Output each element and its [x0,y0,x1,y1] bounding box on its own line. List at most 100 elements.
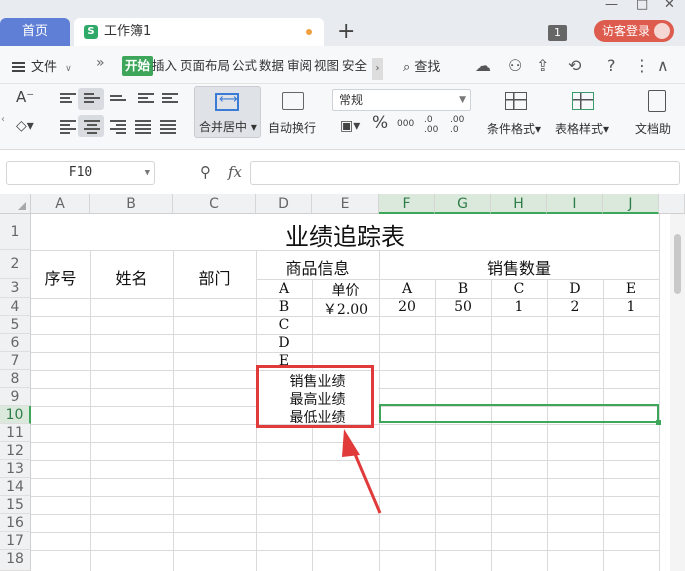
close-icon[interactable]: ✕ [664,0,675,12]
row-header-11[interactable]: 11 [0,424,31,442]
row-header-2[interactable]: 2 [0,250,31,279]
ribbon-scroll-left-icon[interactable]: ‹ [1,113,5,127]
file-menu[interactable]: 文件 ∨ [12,56,72,75]
workbook-tab[interactable]: S 工作簿1 [74,18,324,46]
history-icon[interactable]: ⟲ [568,56,581,75]
table-style-button[interactable]: 表格样式▾ [555,120,609,137]
qty-header-cell: E [625,281,637,297]
chevron-down-icon: ▼ [144,168,150,178]
merge-center-label: 合并居中 ▾ [199,120,257,134]
increase-indent-icon[interactable] [162,93,178,105]
column-header-k[interactable] [659,194,685,214]
search-button[interactable]: ⌕ 查找 [403,56,440,75]
visitor-login-button[interactable]: 访客登录 [594,20,674,42]
align-middle-icon[interactable] [84,93,100,105]
more-options-icon[interactable]: ⋮ [634,56,650,75]
column-header-c[interactable]: C [173,194,256,214]
more-tabs-chevron-icon[interactable]: › [372,58,383,80]
avatar [654,23,670,39]
conditional-format-button[interactable]: 条件格式▾ [487,120,541,137]
thousands-separator-icon[interactable]: 000 [397,117,414,131]
row-header-15[interactable]: 15 [0,496,31,514]
tab-security[interactable]: 安全 [342,56,367,76]
row-header-7[interactable]: 7 [0,352,31,370]
justify-icon[interactable] [135,120,151,134]
row-header-9[interactable]: 9 [0,388,31,406]
doc-assist-button[interactable]: 文档助 [635,120,671,137]
home-tab[interactable]: 首页 [0,18,70,46]
tab-count-badge[interactable]: 1 [548,25,567,41]
tab-data[interactable]: 数据 [259,56,284,76]
align-right-icon[interactable] [110,120,126,134]
number-format-select[interactable]: 常规 ▼ [332,89,471,111]
row-header-10[interactable]: 10 [0,406,31,424]
tab-insert[interactable]: 插入 [152,56,177,76]
align-bottom-icon[interactable] [110,95,126,107]
name-box[interactable]: F10 ▼ [6,161,155,185]
qty-header-cell: C [513,281,525,297]
column-header-i[interactable]: I [547,194,603,214]
help-icon[interactable]: ? [607,56,616,75]
product-cell: D [278,335,290,351]
font-size-down-icon[interactable]: A⁻ [16,90,34,105]
cloud-icon[interactable]: ☁ [475,56,491,75]
tab-page-layout[interactable]: 页面布局 [180,56,230,76]
row-header-5[interactable]: 5 [0,316,31,334]
decrease-indent-icon[interactable] [138,93,154,105]
align-center-icon[interactable] [84,120,100,134]
zoom-search-icon[interactable]: ⚲ [200,163,211,181]
column-header-a[interactable]: A [31,194,90,214]
align-top-icon[interactable] [60,93,76,105]
maximize-icon[interactable]: □ [636,0,648,12]
column-header-f[interactable]: F [379,194,435,214]
header-sales-qty: 销售数量 [486,259,551,278]
share-icon[interactable]: ⇪ [536,56,549,75]
row-header-16[interactable]: 16 [0,514,31,532]
number-format-value: 常规 [339,93,364,107]
tab-formula[interactable]: 公式 [232,56,257,76]
tab-start[interactable]: 开始 [122,56,154,76]
increase-decimal-icon[interactable]: .0 .00 [424,115,444,135]
row-header-3[interactable]: 3 [0,279,31,298]
row-header-1[interactable]: 1 [0,214,31,250]
column-header-e[interactable]: E [312,194,379,214]
wrap-text-button[interactable]: 自动换行 [266,86,322,138]
column-header-j[interactable]: J [603,194,659,214]
product-cell: C [278,317,290,333]
menu-bar: 文件 ∨ » 开始 插入 页面布局 公式 数据 审阅 视图 安全 [0,46,685,84]
minimize-icon[interactable]: — [605,0,618,12]
row-header-14[interactable]: 14 [0,478,31,496]
more-left-icon[interactable]: » [96,55,105,71]
formula-input[interactable] [250,161,680,185]
row-header-4[interactable]: 4 [0,298,31,316]
vertical-scrollbar[interactable] [670,214,685,571]
new-tab-button[interactable]: + [337,19,355,45]
tab-review[interactable]: 审阅 [287,56,312,76]
selected-range[interactable] [379,404,661,425]
select-all-corner[interactable] [0,194,31,214]
decrease-decimal-icon[interactable]: .00 .0 [450,115,470,135]
function-icon[interactable]: fx [228,163,242,181]
distributed-align-icon[interactable] [160,120,176,134]
row-header-18[interactable]: 18 [0,550,31,571]
wrap-text-label: 自动换行 [268,121,317,135]
clear-format-icon[interactable]: ◇▾ [16,119,34,133]
currency-format-icon[interactable]: ▣▾ [340,119,360,133]
merge-center-button[interactable]: 合并居中 ▾ [194,86,261,138]
column-header-d[interactable]: D [256,194,312,214]
row-header-12[interactable]: 12 [0,442,31,460]
tab-view[interactable]: 视图 [314,56,339,76]
collaborate-icon[interactable]: ⚇ [508,56,522,75]
collapse-ribbon-icon[interactable]: ∧ [657,56,669,75]
percent-icon[interactable]: % [372,115,388,132]
column-header-b[interactable]: B [90,194,173,214]
scrollbar-thumb[interactable] [674,234,681,294]
column-header-h[interactable]: H [491,194,547,214]
row-header-8[interactable]: 8 [0,370,31,388]
column-header-g[interactable]: G [435,194,491,214]
visitor-login-label: 访客登录 [602,24,651,38]
row-header-6[interactable]: 6 [0,334,31,352]
align-left-icon[interactable] [60,120,76,134]
row-header-13[interactable]: 13 [0,460,31,478]
row-header-17[interactable]: 17 [0,532,31,550]
